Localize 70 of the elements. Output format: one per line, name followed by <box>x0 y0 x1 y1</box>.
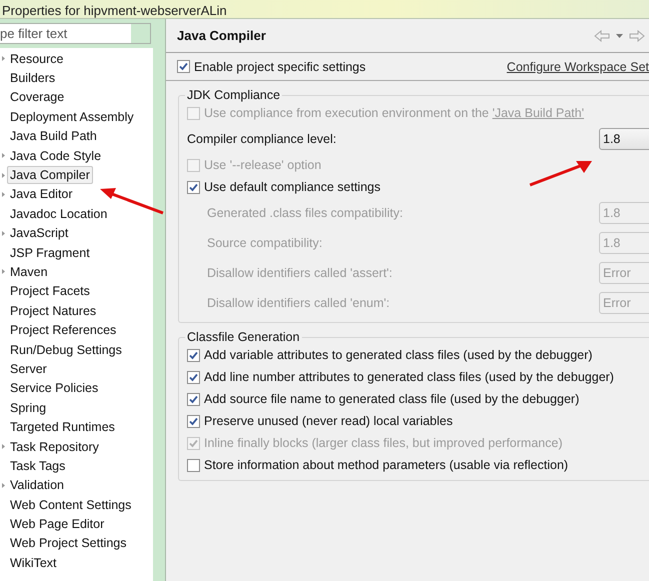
forward-icon[interactable] <box>629 30 645 42</box>
back-icon[interactable] <box>594 30 610 42</box>
tree-item[interactable]: Project References <box>7 321 120 340</box>
sash[interactable] <box>153 19 166 581</box>
tree-item[interactable]: Web Project Settings <box>7 534 130 552</box>
tree-item[interactable]: Project Facets <box>7 282 93 300</box>
checkbox[interactable] <box>177 60 190 73</box>
tree-item[interactable]: Validation <box>7 476 67 494</box>
window-title: Properties for hipvment-webserverALin <box>1 4 227 18</box>
checkbox[interactable] <box>187 348 200 362</box>
option-label: Use default compliance settings <box>204 180 380 194</box>
dropdown-icon[interactable] <box>616 34 623 38</box>
tree-item[interactable]: JavaScript <box>7 224 72 242</box>
expand-icon[interactable] <box>2 192 5 197</box>
tree-item[interactable]: Targeted Runtimes <box>7 418 118 436</box>
tree-item[interactable]: Deployment Assembly <box>7 108 137 126</box>
group-title: JDK Compliance <box>185 88 282 102</box>
expand-icon[interactable] <box>2 56 5 62</box>
option-label: Add source file name to generated class file (used by the debugger) <box>204 392 580 406</box>
checkbox[interactable] <box>187 392 200 406</box>
configure-link[interactable]: Configure Workspace Set <box>506 60 649 74</box>
expand-icon[interactable] <box>2 444 5 449</box>
tree-item[interactable]: Builders <box>7 69 58 88</box>
page-title: Java Compiler <box>177 28 266 43</box>
checkbox[interactable] <box>187 458 200 472</box>
tree-item[interactable]: JSP Fragment <box>7 244 93 262</box>
option-label: Enable project specific settings <box>194 60 366 74</box>
annotation-arrow <box>529 161 592 186</box>
tree-item[interactable]: Javadoc Location <box>7 204 110 223</box>
setting-label: Compiler compliance level: <box>187 132 336 146</box>
option-label: Use '--release' option <box>204 158 322 172</box>
expand-icon[interactable] <box>2 269 5 274</box>
tree-item[interactable]: Server <box>7 360 50 378</box>
tree-item[interactable]: Service Policies <box>7 379 102 398</box>
setting-label: Disallow identifiers called 'assert': <box>207 266 392 280</box>
option-label: Add variable attributes to generated class files (used by the debugger) <box>204 348 592 362</box>
option-label: Preserve unused (never read) local variables <box>204 414 453 428</box>
tree-item[interactable]: WikiText <box>7 554 60 572</box>
tree-item[interactable]: Web Content Settings <box>7 496 134 514</box>
tree-item[interactable]: Spring <box>7 398 50 417</box>
tree-item[interactable]: Java Editor <box>7 185 76 204</box>
checkbox[interactable] <box>187 414 200 428</box>
option-label: Store information about method parameters (usable via reflection) <box>204 458 568 472</box>
expand-icon[interactable] <box>2 172 5 178</box>
setting-label: Generated .class files compatibility: <box>207 206 403 220</box>
option-label: Inline finally blocks (larger class files, but improved performance) <box>204 436 562 450</box>
setting-label: Disallow identifiers called 'enum': <box>207 296 390 310</box>
option-label: Use compliance from execution environment on the 'Java Build Path' <box>204 106 584 120</box>
checkbox[interactable] <box>187 370 200 384</box>
tree-item[interactable]: Java Code Style <box>7 146 104 165</box>
tree-item[interactable]: Coverage <box>7 88 68 106</box>
group-title: Classfile Generation <box>185 330 302 344</box>
expand-icon[interactable] <box>2 482 5 488</box>
option-label: Add line number attributes to generated class files (used by the debugger) <box>204 370 614 384</box>
tree-item[interactable]: Project Natures <box>7 302 100 320</box>
tree-item[interactable]: Resource <box>7 50 66 68</box>
filter-field[interactable]: pe filter text <box>0 23 131 44</box>
tree-item[interactable]: Java Build Path <box>7 127 100 146</box>
tree-item[interactable]: Run/Debug Settings <box>7 340 125 359</box>
dropdown[interactable]: 1.8 <box>599 128 649 150</box>
tree-item[interactable]: Web Page Editor <box>7 515 108 534</box>
tree-item[interactable]: Maven <box>7 262 51 281</box>
tree-item[interactable]: Task Tags <box>7 456 68 475</box>
expand-icon[interactable] <box>2 153 5 158</box>
expand-icon[interactable] <box>2 230 5 236</box>
tree-item[interactable]: Task Repository <box>7 438 102 456</box>
tree-item[interactable]: Java Compiler <box>7 166 93 184</box>
clear-button[interactable] <box>131 23 151 44</box>
checkbox[interactable] <box>187 180 200 194</box>
setting-label: Source compatibility: <box>207 236 322 250</box>
